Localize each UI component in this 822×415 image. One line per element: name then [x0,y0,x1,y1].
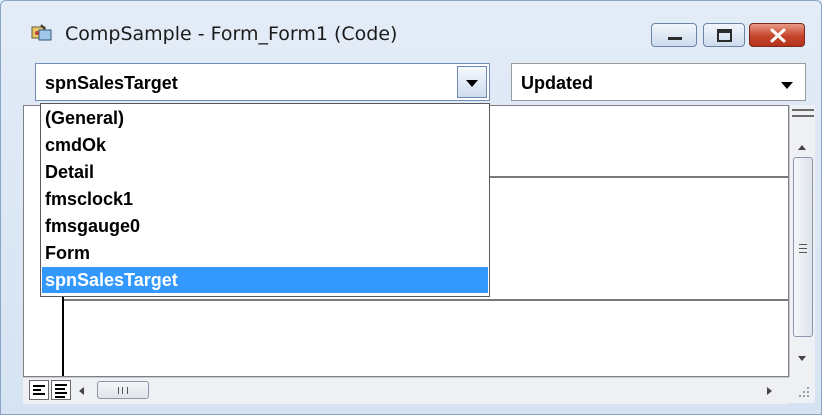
object-combo[interactable]: spnSalesTarget [35,63,490,101]
procedure-separator [64,299,790,301]
window-title: CompSample - Form_Form1 (Code) [65,23,398,45]
maximize-button[interactable] [703,23,745,47]
scroll-down-icon[interactable] [798,356,806,361]
procedure-view-icon [33,393,45,395]
title-bar[interactable]: CompSample - Form_Form1 (Code) [1,1,821,49]
dropdown-item-fmsgauge0[interactable]: fmsgauge0 [42,213,488,239]
horizontal-scroll-thumb[interactable] [97,381,149,399]
full-module-view-icon [55,396,65,398]
dropdown-item-form[interactable]: Form [42,240,488,266]
chevron-left-icon[interactable] [79,387,84,395]
maximize-icon [717,29,732,42]
full-module-view-icon [55,388,65,390]
vertical-scrollbar[interactable] [789,105,815,377]
dropdown-item-detail[interactable]: Detail [42,159,488,185]
vertical-scroll-thumb[interactable] [793,157,813,337]
resize-grip-icon[interactable] [789,377,815,403]
chevron-right-icon[interactable] [767,387,772,395]
dropdown-item-cmdok[interactable]: cmdOk [42,132,488,158]
grip-icon [799,244,807,253]
dropdown-item-spnsalestarget[interactable]: spnSalesTarget [42,267,488,293]
procedure-view-button[interactable] [29,380,49,400]
split-bar-handle[interactable] [792,109,814,117]
bottom-bar [23,377,789,404]
full-module-view-button[interactable] [51,380,71,400]
code-window: CompSample - Form_Form1 (Code) spnSalesT… [0,0,822,415]
full-module-view-icon [55,392,67,394]
close-button[interactable] [749,23,805,47]
object-dropdown-list[interactable]: (General) cmdOk Detail fmsclock1 fmsgaug… [40,103,490,297]
vba-project-icon [31,24,52,41]
object-dropdown-button[interactable] [457,66,487,98]
chevron-down-icon [466,80,478,87]
dropdown-item-fmsclock1[interactable]: fmsclock1 [42,186,488,212]
dropdown-item-general[interactable]: (General) [42,105,488,131]
close-icon [770,28,786,43]
grip-icon [118,387,128,394]
chevron-down-icon[interactable] [781,82,793,89]
minimize-icon [668,37,682,40]
procedure-view-icon [33,389,41,391]
minimize-button[interactable] [651,23,697,47]
full-module-view-icon [55,384,67,386]
procedure-combo[interactable]: Updated [511,63,806,101]
scroll-up-icon[interactable] [798,145,806,150]
procedure-view-icon [33,385,45,387]
procedure-combo-value: Updated [521,73,593,93]
object-combo-value: spnSalesTarget [45,73,178,93]
